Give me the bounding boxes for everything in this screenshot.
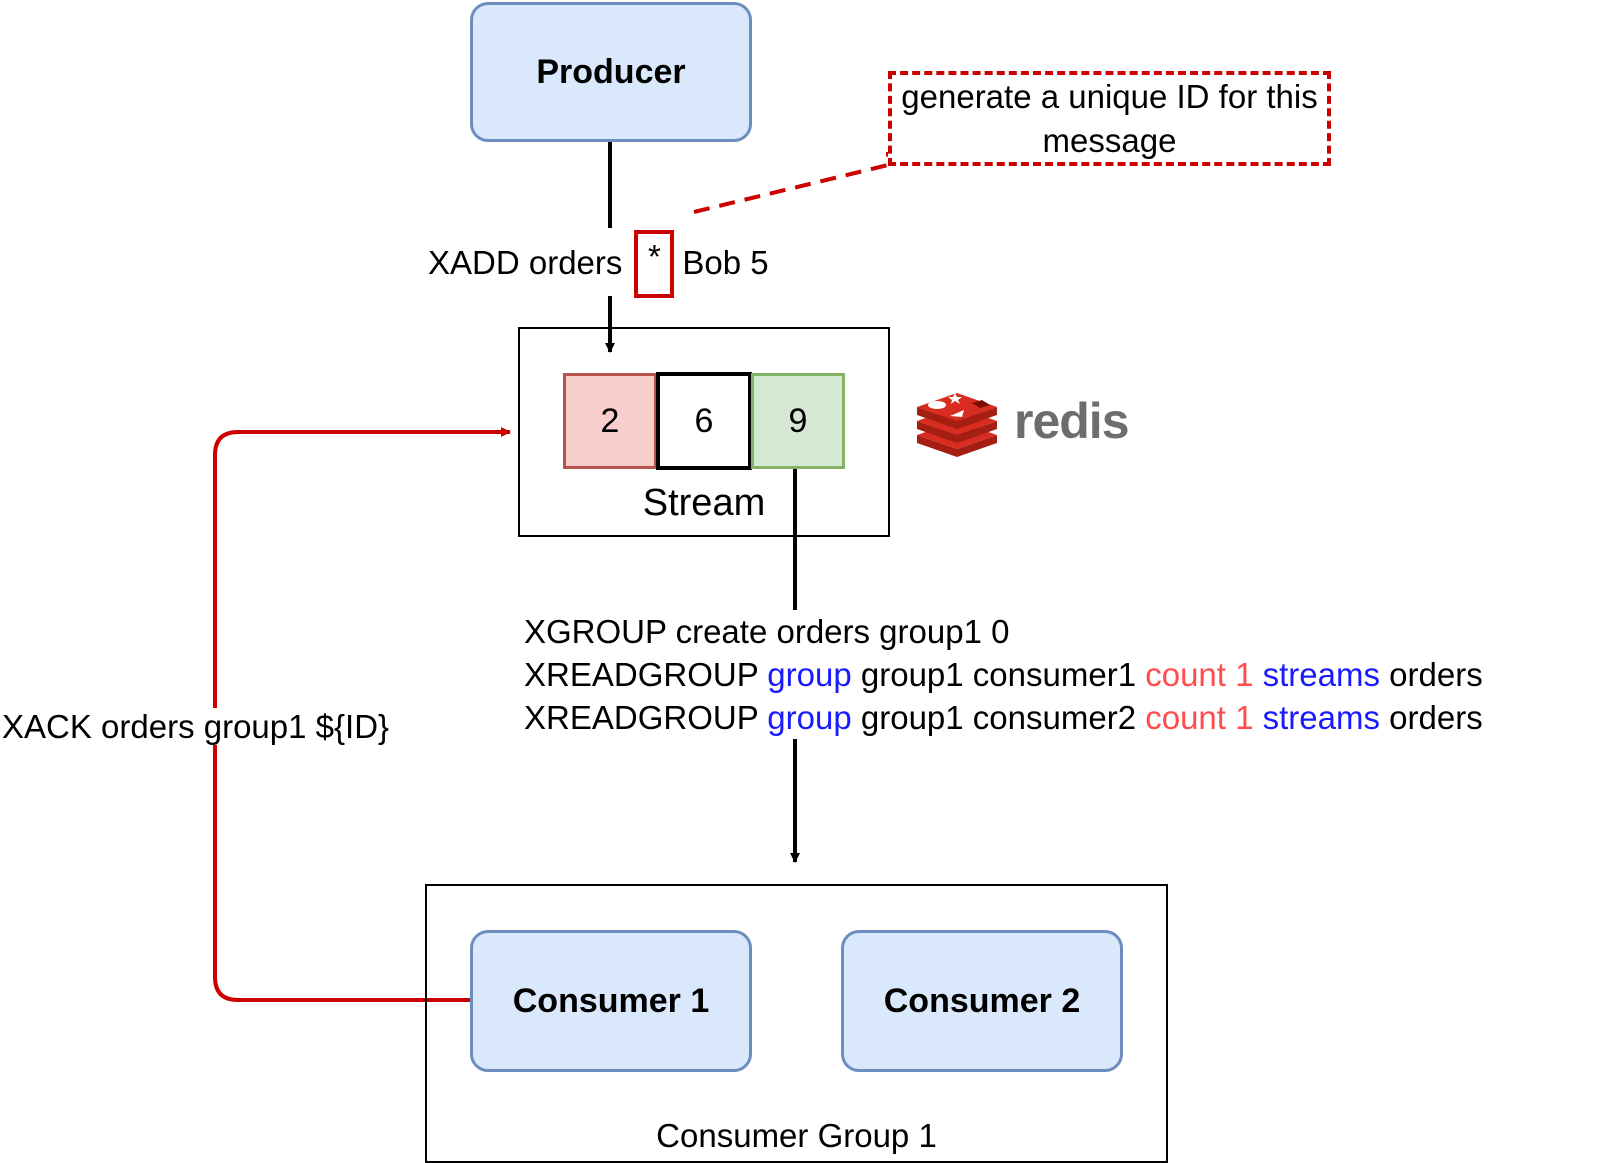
xadd-suffix: Bob 5 (682, 243, 769, 281)
kw-streams: streams (1262, 656, 1380, 693)
id-wildcard: * (647, 238, 661, 275)
stream-entry-value: 6 (694, 401, 714, 440)
xadd-prefix: XADD orders (428, 243, 623, 281)
cmd-args: orders (1389, 656, 1483, 693)
stream-entry-6[interactable]: 6 (656, 372, 752, 470)
kw-count: count 1 (1145, 699, 1254, 736)
xadd-command-label: XADD orders * Bob 5 (428, 228, 769, 298)
consumer-group-label: Consumer Group 1 (656, 1117, 937, 1154)
xack-command-label: XACK orders group1 ${ID} (2, 708, 390, 745)
note-text: generate a unique ID for this message (901, 77, 1318, 159)
redis-logo: redis (912, 383, 1130, 458)
unique-id-note: generate a unique ID for this message (888, 71, 1331, 166)
producer-node[interactable]: Producer (470, 2, 752, 142)
cmd-name: XREADGROUP (524, 656, 759, 693)
cmd-name: XREADGROUP (524, 699, 759, 736)
note-connector (693, 152, 890, 214)
redis-logo-icon (917, 393, 997, 457)
redis-logo-text: redis (1014, 392, 1130, 449)
cmd-args: group1 consumer1 (860, 656, 1137, 693)
cmd-args: group1 consumer2 (860, 699, 1137, 736)
stream-entry-value: 9 (788, 401, 808, 440)
kw-count: count 1 (1145, 656, 1254, 693)
consumer-2-label: Consumer 2 (883, 981, 1081, 1020)
consumer-1-label: Consumer 1 (512, 981, 710, 1020)
xreadgroup-consumer2-line: XREADGROUP group group1 consumer2 count … (524, 696, 1483, 739)
kw-streams: streams (1262, 699, 1380, 736)
consumer-1-node[interactable]: Consumer 1 (470, 930, 752, 1072)
kw-group: group (767, 699, 852, 736)
xgroup-create-line: XGROUP create orders group1 0 (524, 613, 1010, 650)
cmd-args: orders (1389, 699, 1483, 736)
producer-label: Producer (536, 52, 686, 91)
xreadgroup-consumer1-line: XREADGROUP group group1 consumer1 count … (524, 653, 1483, 696)
kw-group: group (767, 656, 852, 693)
stream-entry-value: 2 (600, 401, 620, 440)
read-commands-label: XGROUP create orders group1 0 XREADGROUP… (522, 610, 1485, 739)
consumer-2-node[interactable]: Consumer 2 (841, 930, 1123, 1072)
stream-label: Stream (642, 482, 766, 524)
id-wildcard-highlight: * (634, 230, 675, 298)
stream-entry-9[interactable]: 9 (751, 373, 845, 469)
stream-entry-2[interactable]: 2 (563, 373, 657, 469)
xack-text: XACK orders group1 ${ID} (2, 708, 390, 745)
